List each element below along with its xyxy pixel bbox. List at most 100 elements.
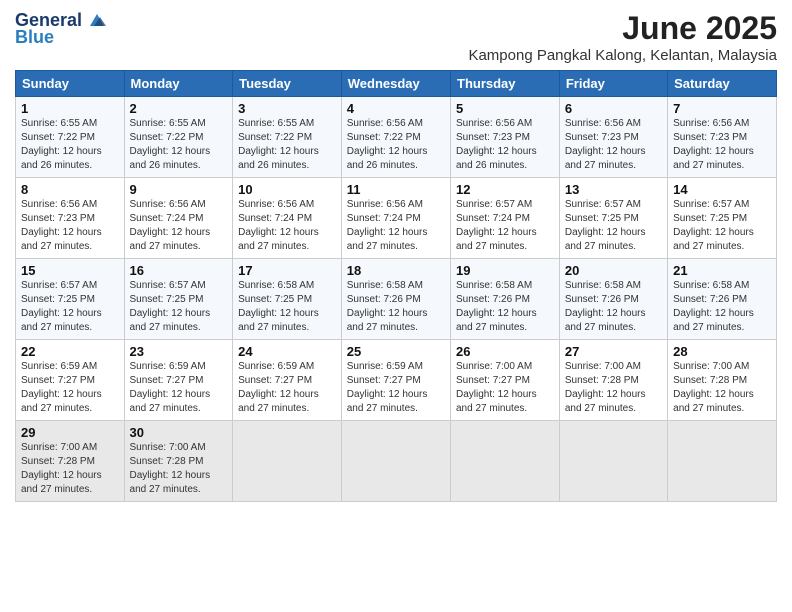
month-title: June 2025 xyxy=(468,10,777,47)
title-area: June 2025 Kampong Pangkal Kalong, Kelant… xyxy=(468,10,777,64)
calendar-cell xyxy=(559,421,667,502)
day-number: 24 xyxy=(238,344,336,359)
weekday-header-wednesday: Wednesday xyxy=(341,71,450,97)
day-info: Sunrise: 6:56 AMSunset: 7:22 PMDaylight:… xyxy=(347,118,428,171)
location-title: Kampong Pangkal Kalong, Kelantan, Malays… xyxy=(468,47,777,64)
calendar-cell: 7 Sunrise: 6:56 AMSunset: 7:23 PMDayligh… xyxy=(668,97,777,178)
calendar-cell: 30 Sunrise: 7:00 AMSunset: 7:28 PMDaylig… xyxy=(124,421,233,502)
day-number: 6 xyxy=(565,101,662,116)
calendar-cell: 29 Sunrise: 7:00 AMSunset: 7:28 PMDaylig… xyxy=(16,421,125,502)
day-number: 16 xyxy=(130,263,228,278)
day-info: Sunrise: 6:57 AMSunset: 7:25 PMDaylight:… xyxy=(130,280,211,333)
day-info: Sunrise: 6:56 AMSunset: 7:23 PMDaylight:… xyxy=(673,118,754,171)
calendar-cell xyxy=(451,421,560,502)
calendar-cell: 27 Sunrise: 7:00 AMSunset: 7:28 PMDaylig… xyxy=(559,340,667,421)
day-number: 26 xyxy=(456,344,554,359)
calendar-body: 1 Sunrise: 6:55 AMSunset: 7:22 PMDayligh… xyxy=(16,97,777,502)
calendar-cell: 12 Sunrise: 6:57 AMSunset: 7:24 PMDaylig… xyxy=(451,178,560,259)
calendar-cell: 23 Sunrise: 6:59 AMSunset: 7:27 PMDaylig… xyxy=(124,340,233,421)
calendar-table: SundayMondayTuesdayWednesdayThursdayFrid… xyxy=(15,70,777,502)
calendar-week-3: 15 Sunrise: 6:57 AMSunset: 7:25 PMDaylig… xyxy=(16,259,777,340)
day-number: 20 xyxy=(565,263,662,278)
calendar-cell: 9 Sunrise: 6:56 AMSunset: 7:24 PMDayligh… xyxy=(124,178,233,259)
calendar-cell xyxy=(233,421,342,502)
page-header: General Blue June 2025 Kampong Pangkal K… xyxy=(15,10,777,64)
logo-icon xyxy=(86,12,108,30)
day-info: Sunrise: 7:00 AMSunset: 7:28 PMDaylight:… xyxy=(130,442,211,495)
day-info: Sunrise: 6:56 AMSunset: 7:24 PMDaylight:… xyxy=(238,199,319,252)
day-number: 27 xyxy=(565,344,662,359)
day-info: Sunrise: 6:58 AMSunset: 7:25 PMDaylight:… xyxy=(238,280,319,333)
day-number: 1 xyxy=(21,101,119,116)
day-number: 9 xyxy=(130,182,228,197)
day-number: 11 xyxy=(347,182,445,197)
day-info: Sunrise: 7:00 AMSunset: 7:28 PMDaylight:… xyxy=(565,361,646,414)
day-info: Sunrise: 6:59 AMSunset: 7:27 PMDaylight:… xyxy=(130,361,211,414)
day-info: Sunrise: 6:59 AMSunset: 7:27 PMDaylight:… xyxy=(347,361,428,414)
day-info: Sunrise: 6:56 AMSunset: 7:23 PMDaylight:… xyxy=(565,118,646,171)
day-number: 23 xyxy=(130,344,228,359)
calendar-cell: 19 Sunrise: 6:58 AMSunset: 7:26 PMDaylig… xyxy=(451,259,560,340)
day-info: Sunrise: 6:58 AMSunset: 7:26 PMDaylight:… xyxy=(565,280,646,333)
calendar-cell: 11 Sunrise: 6:56 AMSunset: 7:24 PMDaylig… xyxy=(341,178,450,259)
calendar-cell: 16 Sunrise: 6:57 AMSunset: 7:25 PMDaylig… xyxy=(124,259,233,340)
day-info: Sunrise: 6:55 AMSunset: 7:22 PMDaylight:… xyxy=(238,118,319,171)
calendar-cell: 3 Sunrise: 6:55 AMSunset: 7:22 PMDayligh… xyxy=(233,97,342,178)
weekday-header-friday: Friday xyxy=(559,71,667,97)
weekday-header-tuesday: Tuesday xyxy=(233,71,342,97)
day-number: 29 xyxy=(21,425,119,440)
day-number: 25 xyxy=(347,344,445,359)
logo: General Blue xyxy=(15,10,108,48)
day-number: 18 xyxy=(347,263,445,278)
calendar-cell: 2 Sunrise: 6:55 AMSunset: 7:22 PMDayligh… xyxy=(124,97,233,178)
day-number: 15 xyxy=(21,263,119,278)
day-info: Sunrise: 6:59 AMSunset: 7:27 PMDaylight:… xyxy=(21,361,102,414)
day-info: Sunrise: 6:57 AMSunset: 7:25 PMDaylight:… xyxy=(673,199,754,252)
day-number: 10 xyxy=(238,182,336,197)
calendar-cell: 4 Sunrise: 6:56 AMSunset: 7:22 PMDayligh… xyxy=(341,97,450,178)
day-number: 12 xyxy=(456,182,554,197)
calendar-cell: 24 Sunrise: 6:59 AMSunset: 7:27 PMDaylig… xyxy=(233,340,342,421)
day-number: 19 xyxy=(456,263,554,278)
calendar-cell: 25 Sunrise: 6:59 AMSunset: 7:27 PMDaylig… xyxy=(341,340,450,421)
weekday-header-sunday: Sunday xyxy=(16,71,125,97)
day-info: Sunrise: 6:58 AMSunset: 7:26 PMDaylight:… xyxy=(673,280,754,333)
day-info: Sunrise: 6:59 AMSunset: 7:27 PMDaylight:… xyxy=(238,361,319,414)
weekday-header-monday: Monday xyxy=(124,71,233,97)
calendar-cell: 8 Sunrise: 6:56 AMSunset: 7:23 PMDayligh… xyxy=(16,178,125,259)
calendar-cell: 6 Sunrise: 6:56 AMSunset: 7:23 PMDayligh… xyxy=(559,97,667,178)
calendar-cell: 10 Sunrise: 6:56 AMSunset: 7:24 PMDaylig… xyxy=(233,178,342,259)
day-info: Sunrise: 6:56 AMSunset: 7:24 PMDaylight:… xyxy=(347,199,428,252)
day-number: 30 xyxy=(130,425,228,440)
day-info: Sunrise: 6:57 AMSunset: 7:25 PMDaylight:… xyxy=(21,280,102,333)
weekday-header-saturday: Saturday xyxy=(668,71,777,97)
day-info: Sunrise: 6:57 AMSunset: 7:24 PMDaylight:… xyxy=(456,199,537,252)
day-number: 22 xyxy=(21,344,119,359)
calendar-week-2: 8 Sunrise: 6:56 AMSunset: 7:23 PMDayligh… xyxy=(16,178,777,259)
day-number: 3 xyxy=(238,101,336,116)
calendar-cell: 13 Sunrise: 6:57 AMSunset: 7:25 PMDaylig… xyxy=(559,178,667,259)
day-number: 28 xyxy=(673,344,771,359)
calendar-cell: 18 Sunrise: 6:58 AMSunset: 7:26 PMDaylig… xyxy=(341,259,450,340)
calendar-cell xyxy=(668,421,777,502)
calendar-cell: 21 Sunrise: 6:58 AMSunset: 7:26 PMDaylig… xyxy=(668,259,777,340)
weekday-header-thursday: Thursday xyxy=(451,71,560,97)
day-number: 5 xyxy=(456,101,554,116)
day-number: 4 xyxy=(347,101,445,116)
calendar-cell: 20 Sunrise: 6:58 AMSunset: 7:26 PMDaylig… xyxy=(559,259,667,340)
calendar-header-row: SundayMondayTuesdayWednesdayThursdayFrid… xyxy=(16,71,777,97)
day-number: 17 xyxy=(238,263,336,278)
day-number: 8 xyxy=(21,182,119,197)
day-info: Sunrise: 6:56 AMSunset: 7:24 PMDaylight:… xyxy=(130,199,211,252)
day-info: Sunrise: 6:56 AMSunset: 7:23 PMDaylight:… xyxy=(21,199,102,252)
calendar-cell: 5 Sunrise: 6:56 AMSunset: 7:23 PMDayligh… xyxy=(451,97,560,178)
day-info: Sunrise: 7:00 AMSunset: 7:28 PMDaylight:… xyxy=(21,442,102,495)
day-info: Sunrise: 7:00 AMSunset: 7:27 PMDaylight:… xyxy=(456,361,537,414)
day-number: 14 xyxy=(673,182,771,197)
day-info: Sunrise: 7:00 AMSunset: 7:28 PMDaylight:… xyxy=(673,361,754,414)
calendar-cell: 17 Sunrise: 6:58 AMSunset: 7:25 PMDaylig… xyxy=(233,259,342,340)
calendar-cell: 26 Sunrise: 7:00 AMSunset: 7:27 PMDaylig… xyxy=(451,340,560,421)
day-info: Sunrise: 6:57 AMSunset: 7:25 PMDaylight:… xyxy=(565,199,646,252)
day-info: Sunrise: 6:55 AMSunset: 7:22 PMDaylight:… xyxy=(130,118,211,171)
day-info: Sunrise: 6:58 AMSunset: 7:26 PMDaylight:… xyxy=(456,280,537,333)
